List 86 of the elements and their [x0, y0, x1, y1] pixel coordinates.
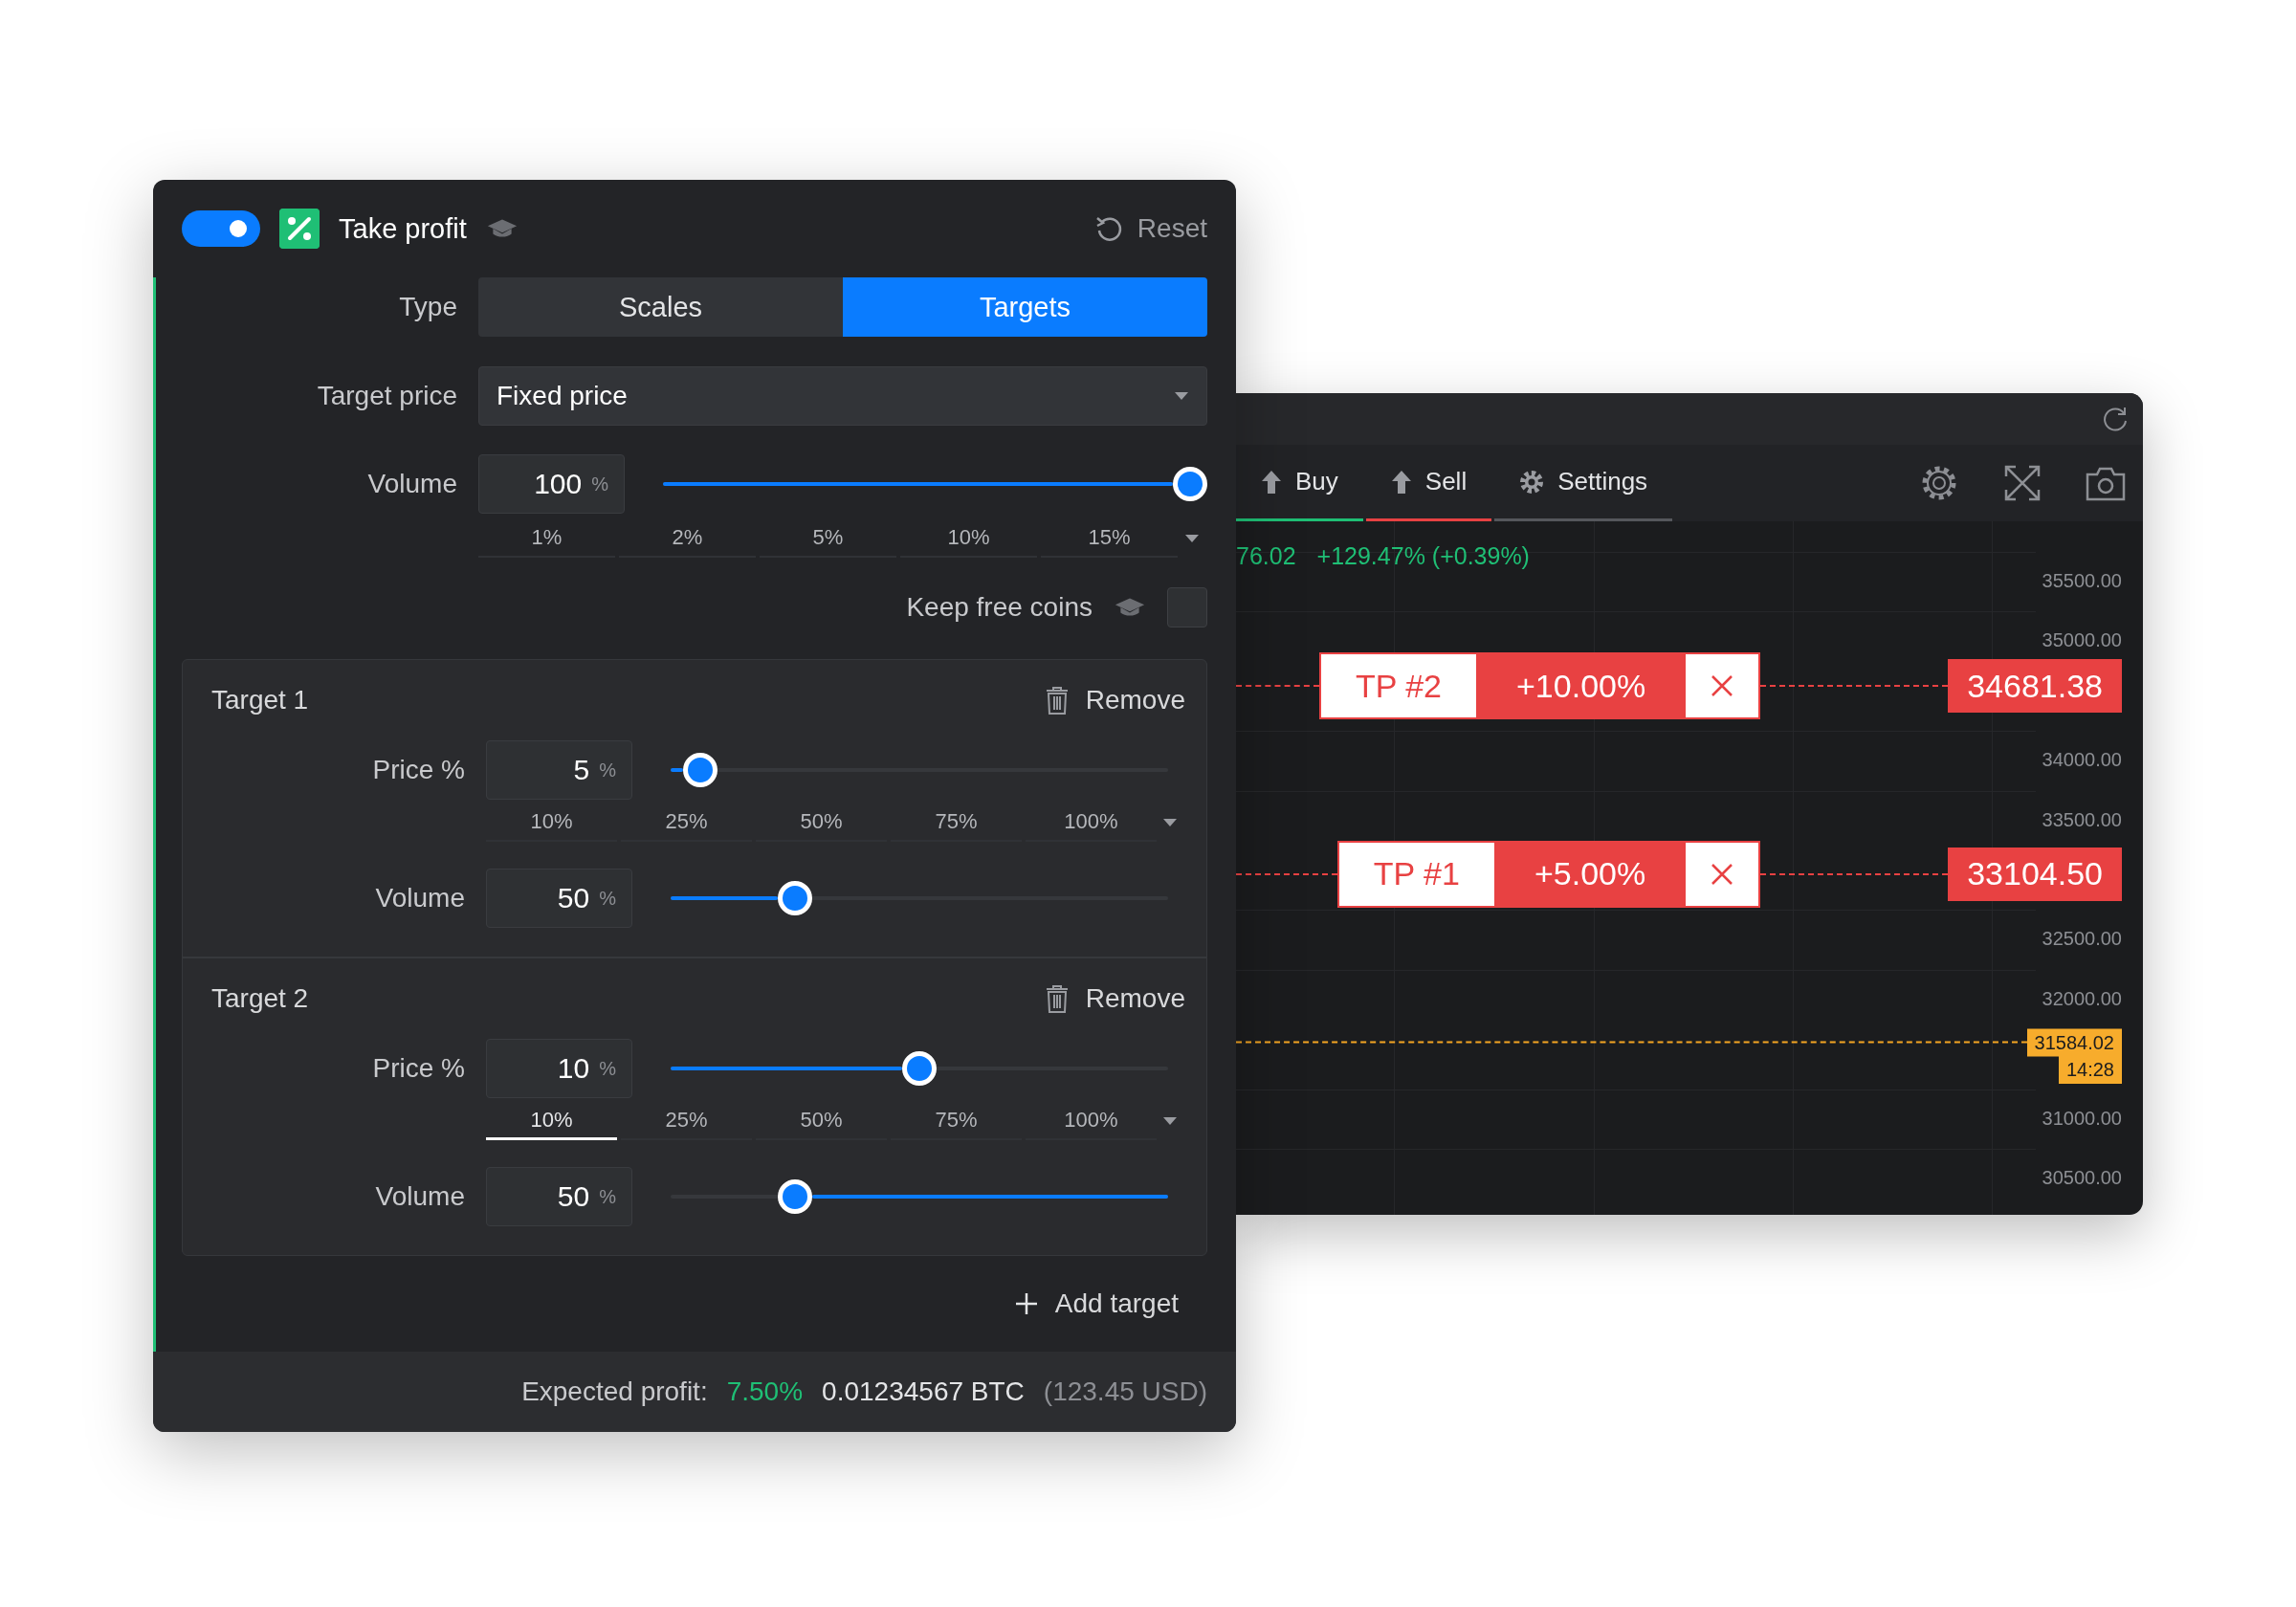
slider-thumb[interactable] — [778, 881, 812, 915]
target-title: Target 2 — [211, 983, 309, 1014]
number-field[interactable]: 50 % — [486, 1167, 632, 1226]
caret-icon[interactable] — [1162, 818, 1178, 827]
refresh-icon[interactable] — [2101, 405, 2130, 433]
price-axis-label: 32500.00 — [2042, 927, 2122, 950]
field-label: Volume — [374, 1181, 465, 1212]
percent-icon — [279, 209, 320, 249]
current-price-tag: 31584.02 — [2026, 1028, 2122, 1057]
segment-tab[interactable]: Scales — [478, 277, 843, 337]
field-label: Volume — [374, 883, 465, 914]
caret-icon[interactable] — [1184, 534, 1200, 543]
remove-button[interactable]: Remove — [1045, 685, 1185, 715]
field-label: Type — [398, 292, 457, 322]
price-change: 76.02 — [1236, 542, 1296, 570]
take-profit-tag[interactable]: TP #2 +10.00% — [1318, 652, 1761, 720]
checkbox[interactable] — [1167, 587, 1207, 627]
number-field[interactable]: 100 % — [478, 454, 625, 514]
price-axis-label: 31000.00 — [2042, 1107, 2122, 1130]
close-icon[interactable] — [1711, 674, 1734, 698]
preset-button[interactable]: 5% — [760, 519, 896, 558]
preset-button[interactable]: 2% — [619, 519, 756, 558]
number-field[interactable]: 50 % — [486, 869, 632, 928]
preset-button[interactable]: 50% — [756, 1102, 887, 1140]
arrow-up-icon — [1390, 469, 1412, 495]
toolbar-tab[interactable]: Sell — [1365, 445, 1492, 521]
price-axis-label: 35500.00 — [2042, 569, 2122, 592]
toolbar-tab[interactable]: Settings — [1494, 445, 1673, 521]
price-axis-label: 33500.00 — [2042, 808, 2122, 831]
expand-icon[interactable] — [2003, 464, 2042, 502]
preset-button[interactable]: 15% — [1041, 519, 1178, 558]
plus-icon — [1014, 1292, 1038, 1315]
close-icon[interactable] — [1711, 862, 1734, 886]
panel-title: Take profit — [339, 212, 467, 245]
preset-button[interactable]: 75% — [891, 804, 1022, 842]
price-axis-label: 35000.00 — [2042, 628, 2122, 651]
profit-percent: 7.50% — [726, 1376, 804, 1407]
graduation-cap-icon — [1114, 597, 1146, 618]
number-field[interactable]: 10 % — [486, 1039, 632, 1098]
time-tag: 14:28 — [2058, 1055, 2122, 1084]
reset-button[interactable]: Reset — [1093, 213, 1207, 244]
segment-tab[interactable]: Targets — [843, 277, 1207, 337]
number-field[interactable]: 5 % — [486, 740, 632, 800]
field-label: Volume — [366, 469, 457, 499]
slider-thumb[interactable] — [683, 753, 718, 787]
preset-button[interactable]: 100% — [1026, 804, 1157, 842]
toggle-switch[interactable] — [182, 210, 260, 247]
slider-thumb[interactable] — [1173, 467, 1207, 501]
preset-button[interactable]: 50% — [756, 804, 887, 842]
toolbar-tab[interactable]: Buy — [1236, 445, 1363, 521]
gear-icon — [1519, 469, 1545, 495]
preset-button[interactable]: 10% — [486, 804, 617, 842]
graduation-cap-icon — [485, 218, 519, 239]
price-tag: 34681.38 — [1948, 659, 2122, 714]
price-axis-label: 32000.00 — [2042, 987, 2122, 1010]
camera-icon[interactable] — [2086, 465, 2126, 501]
caret-icon[interactable] — [1174, 391, 1189, 401]
target-title: Target 1 — [211, 685, 309, 715]
add-target-button[interactable]: Add target — [1014, 1288, 1179, 1319]
preset-button[interactable]: 25% — [621, 1102, 752, 1140]
field-label: Price % — [371, 1053, 465, 1084]
take-profit-tag[interactable]: TP #1 +5.00% — [1336, 840, 1761, 908]
slider-thumb[interactable] — [902, 1051, 937, 1086]
price-axis-label: 30500.00 — [2042, 1166, 2122, 1189]
price-change-percent: +129.47% (+0.39%) — [1316, 542, 1530, 570]
trash-icon — [1045, 686, 1069, 715]
profit-amount: 0.01234567 BTC — [822, 1376, 1025, 1407]
remove-button[interactable]: Remove — [1045, 983, 1185, 1014]
preset-button[interactable]: 100% — [1026, 1102, 1157, 1140]
preset-button[interactable]: 75% — [891, 1102, 1022, 1140]
caret-icon[interactable] — [1162, 1116, 1178, 1126]
expected-profit-label: Expected profit: — [521, 1376, 708, 1407]
preset-button[interactable]: 10% — [486, 1102, 617, 1140]
preset-button[interactable]: 10% — [900, 519, 1037, 558]
arrow-up-icon — [1261, 469, 1282, 495]
preset-button[interactable]: 25% — [621, 804, 752, 842]
price-tag: 33104.50 — [1948, 847, 2122, 901]
profit-usd: (123.45 USD) — [1043, 1376, 1207, 1407]
keep-free-coins-label: Keep free coins — [906, 592, 1093, 623]
field-label: Price % — [371, 755, 465, 785]
trash-icon — [1045, 984, 1069, 1013]
preset-button[interactable]: 1% — [478, 519, 615, 558]
slider-thumb[interactable] — [778, 1179, 812, 1214]
target-price-dropdown[interactable]: Fixed price — [478, 366, 1207, 426]
price-axis-label: 34000.00 — [2042, 748, 2122, 771]
field-label: Target price — [316, 381, 457, 411]
